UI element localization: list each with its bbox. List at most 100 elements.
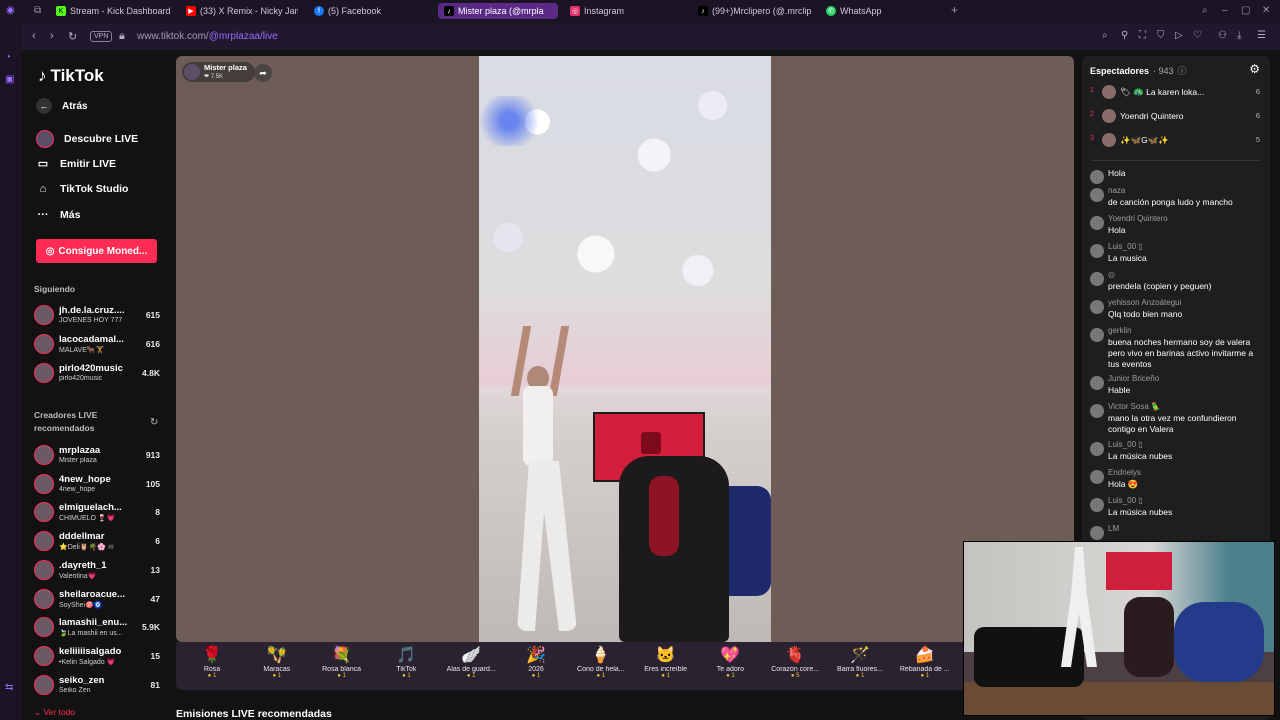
back-arrow-icon[interactable]: ‹ [32,30,36,42]
recommended-row[interactable]: dddellmar ⭐Deli🦉🌴🌸 ♾ 6 [32,529,162,555]
gift-item[interactable]: 🌹 Rosa ● 1 [180,646,244,679]
avatar[interactable] [1090,244,1104,258]
nav-descubre-live[interactable]: Descubre LIVE [36,130,138,148]
viewers-header[interactable]: Espectadores · 943 ⓘ [1090,64,1187,77]
avatar[interactable] [1090,470,1104,484]
recommended-row[interactable]: elmiguelach... CHIMUELO 🍷💗 8 [32,500,162,526]
close-icon[interactable]: ✕ [1262,5,1270,16]
tab-whatsapp[interactable]: ✆ WhatsApp [826,3,916,19]
vpn-icon[interactable]: ⇆ [5,682,13,693]
avatar[interactable] [1090,442,1104,456]
top-viewer-row[interactable]: 1 🏷 🦚 La karen loka... 6 [1088,82,1264,104]
chat-username[interactable]: ◎ [1108,270,1115,279]
shield-icon[interactable]: ⛉ [1157,30,1165,41]
heart-icon[interactable]: ♡ [1193,30,1202,41]
download-icon[interactable]: ⤓ [1237,30,1241,41]
top-viewer-row[interactable]: 3 ✨🦋G🦋✨ 5 [1088,130,1264,152]
gift-item[interactable]: 🎉 2026 ● 1 [504,646,568,679]
tiktok-logo[interactable]: ♪ TikTok [38,66,104,86]
back-link[interactable]: ← Atrás [36,98,88,114]
chat-username[interactable]: Junior Briceño [1108,374,1159,383]
gift-item[interactable]: 🍰 Rebanada de ... ● 1 [893,646,957,679]
gift-item[interactable]: 🍦 Cono de hela... ● 1 [569,646,633,679]
avatar[interactable] [1090,376,1104,390]
tab-instagram[interactable]: ◎ Instagram [570,3,670,19]
share-icon[interactable]: ➦ [254,64,272,82]
vpn-badge[interactable]: VPN [90,31,113,42]
workspaces-icon[interactable]: ⧉ [34,5,41,16]
settings-gear-icon[interactable]: ⚙ [1249,62,1260,76]
live-stage[interactable]: Mister plaza ❤ 7.5K ➦ [176,56,1074,642]
maximize-icon[interactable]: ▢ [1241,5,1250,16]
recommended-row[interactable]: mrplazaa Mister plaza 913 [32,443,162,469]
tab-tiktok-mrclipero[interactable]: ♪ (99+)Mrclipero (@.mrclip [698,3,814,19]
chat-username[interactable]: gerklin [1108,326,1132,335]
play-icon[interactable]: ▷ [1175,30,1183,41]
gift-item[interactable]: 💖 Te adoro ● 1 [698,646,762,679]
avatar[interactable] [1090,328,1104,342]
menu-icon[interactable]: ☰ [1257,30,1266,41]
see-all-link[interactable]: ⌄ Ver todo [34,707,75,718]
top-viewer-row[interactable]: 2 Yoendri Quintero 6 [1088,106,1264,128]
avatar[interactable] [1090,498,1104,512]
tab-tiktok-active[interactable]: ♪ Mister plaza (@mrpla [438,3,558,19]
pin-icon[interactable]: ⚲ [1121,30,1128,41]
following-row[interactable]: lacocadamal... MALAVE🐂🏋 616 [32,332,162,358]
recommended-row[interactable]: sheilaroacue... SoyShei🎯🧿 47 [32,587,162,613]
search-tabs-icon[interactable]: ⌕ [1202,5,1208,16]
tab-kick[interactable]: K Stream - Kick Dashboard [56,3,176,19]
chat-username[interactable]: Yoendri Quintero [1108,214,1168,223]
avatar[interactable] [1090,272,1104,286]
avatar[interactable] [1090,170,1104,184]
get-coins-button[interactable]: ◎ Consigue Moned... [36,239,157,263]
snapshot-icon[interactable]: ⛶ [1139,30,1146,41]
recommended-row[interactable]: seiko_zen Seiko Zen 81 [32,673,162,699]
recommended-row[interactable]: lamashii_enu... 🍃La mashii en us... 5.9K [32,615,162,641]
url-field[interactable]: www.tiktok.com/@mrplazaa/live [137,31,278,42]
lock-icon[interactable]: 🔒︎ [119,30,125,43]
messenger-icon[interactable]: ◔ [5,52,11,63]
chat-username[interactable]: Luis_00 ▯ [1108,242,1143,251]
chat-username[interactable]: LM [1108,524,1119,533]
chat-username[interactable]: naza [1108,186,1125,195]
forward-arrow-icon[interactable]: › [50,30,54,42]
picture-in-picture-video[interactable] [963,541,1275,716]
avatar[interactable] [1090,188,1104,202]
avatar[interactable] [1090,300,1104,314]
chat-username[interactable]: yehisson Anzoátegui [1108,298,1181,307]
gift-item[interactable]: 🐱 Eres increíble ● 1 [634,646,698,679]
gift-item[interactable]: 🪇 Maracas ● 1 [245,646,309,679]
gift-item[interactable]: 🪽 Alas de guard... ● 1 [439,646,503,679]
chat-username[interactable]: Endrielys [1108,468,1141,477]
new-tab-plus-icon[interactable]: + [951,3,958,17]
gift-item[interactable]: 🎵 TikTok ● 1 [374,646,438,679]
account-icon[interactable]: ⚇ [1218,30,1227,41]
avatar[interactable] [1090,526,1104,540]
host-badge[interactable]: Mister plaza ❤ 7.5K [182,62,255,82]
minimize-icon[interactable]: – [1222,5,1228,16]
gift-item[interactable]: 🫀 Corazón core... ● 5 [763,646,827,679]
chat-username[interactable]: Luis_00 ▯ [1108,496,1143,505]
following-row[interactable]: jh.de.la.cruz.... JÓVENES HOY 777 615 [32,303,162,329]
reload-icon[interactable]: ↻ [68,30,77,43]
chat-username[interactable]: Luis_00 ▯ [1108,440,1143,449]
gift-item[interactable]: 💐 Rosa blanca ● 1 [310,646,374,679]
avatar[interactable] [1090,404,1104,418]
chat-username[interactable]: Victor Sosa 🦜 [1108,402,1161,411]
recommended-row[interactable]: keliiiiisalgado •Kelin Salgado 💗 15 [32,644,162,670]
avatar[interactable] [1090,216,1104,230]
extensions-icon[interactable]: ▣ [5,74,14,85]
nav-tiktok-studio[interactable]: ⌂ TikTok Studio [36,183,129,195]
nav-emitir-live[interactable]: ▭ Emitir LIVE [36,157,116,171]
tab-youtube[interactable]: ▶ (33) X Remix - Nicky Jam [186,3,298,19]
browser-logo-icon[interactable]: ◉ [6,5,15,16]
zoom-icon[interactable]: ⌕ [1102,30,1108,41]
recommended-row[interactable]: 4new_hope 4new_hope 105 [32,472,162,498]
info-icon[interactable]: ⓘ [1178,64,1187,77]
following-row[interactable]: pirlo420music pirlo420music 4.8K [32,361,162,387]
gift-item[interactable]: 🪄 Barra fluores... ● 1 [828,646,892,679]
refresh-icon[interactable]: ↻ [150,417,158,428]
recommended-row[interactable]: .dayreth_1 Valentina💗 13 [32,558,162,584]
live-video[interactable] [479,56,771,642]
tab-facebook[interactable]: f (5) Facebook [314,3,414,19]
